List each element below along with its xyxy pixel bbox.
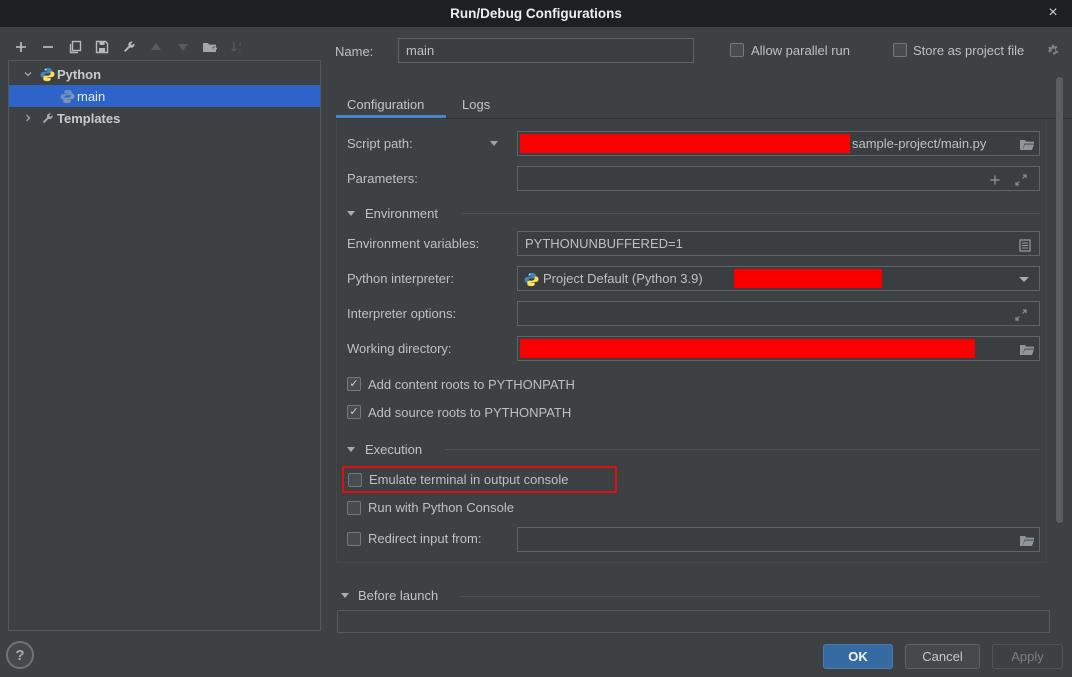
before-launch-task-list[interactable] [337,610,1050,633]
add-content-roots-label: Add content roots to PYTHONPATH [368,377,575,392]
folder-icon[interactable] [1019,136,1035,152]
new-folder-icon[interactable] [202,39,218,55]
tree-item-templates[interactable]: Templates [9,107,320,129]
add-source-roots-label: Add source roots to PYTHONPATH [368,405,571,420]
interpreter-options-label: Interpreter options: [347,306,456,321]
environment-section-title: Environment [365,206,438,221]
chevron-down-icon[interactable] [21,67,35,81]
execution-section-title: Execution [365,442,422,457]
wrench-icon[interactable] [121,39,137,55]
script-path-field[interactable]: sample-project/main.py [517,131,1040,156]
allow-parallel-run-checkbox[interactable] [730,43,744,57]
expand-field-icon[interactable] [1013,172,1029,188]
execution-section-collapse-icon[interactable] [347,447,355,452]
remove-icon[interactable] [40,39,56,55]
redaction-overlay [520,339,975,358]
redaction-overlay [520,134,850,153]
run-with-python-console-label: Run with Python Console [368,500,514,515]
script-path-label: Script path: [347,136,413,151]
move-up-icon[interactable] [148,39,164,55]
wrench-icon [39,110,55,126]
help-button[interactable]: ? [6,641,34,669]
environment-section-collapse-icon[interactable] [347,211,355,216]
redirect-input-checkbox[interactable] [347,532,361,546]
python-interpreter-combobox[interactable]: Project Default (Python 3.9) [517,266,1040,291]
name-label: Name: [335,44,373,59]
parameters-field[interactable] [517,166,1040,191]
allow-parallel-run-label: Allow parallel run [751,43,850,58]
save-icon[interactable] [94,39,110,55]
before-launch-collapse-icon[interactable] [341,593,349,598]
script-path-value: sample-project/main.py [852,136,986,151]
run-with-python-console-checkbox[interactable] [347,501,361,515]
section-rule [460,596,1040,597]
tabs-baseline [336,118,1072,119]
add-icon[interactable] [13,39,29,55]
python-icon [39,66,55,82]
expand-field-icon[interactable] [1013,307,1029,323]
parameters-label: Parameters: [347,171,418,186]
help-icon: ? [15,647,24,664]
close-icon[interactable]: × [1042,2,1064,24]
interpreter-options-field[interactable] [517,301,1040,326]
chevron-down-icon[interactable] [1019,277,1029,282]
store-as-project-file-checkbox[interactable] [893,43,907,57]
emulate-terminal-label: Emulate terminal in output console [369,472,568,487]
tree-item-label: main [77,89,105,104]
python-interpreter-value: Project Default (Python 3.9) [543,271,703,286]
redaction-overlay [734,269,882,288]
store-as-project-file-label: Store as project file [913,43,1024,58]
browse-variables-icon[interactable] [1017,237,1033,253]
cancel-button[interactable]: Cancel [905,644,980,669]
before-launch-section-title: Before launch [358,588,438,603]
ok-button[interactable]: OK [823,644,893,669]
tab-configuration[interactable]: Configuration [347,97,424,112]
run-debug-configurations-dialog: Run/Debug Configurations × az [0,0,1072,677]
redirect-input-field[interactable] [517,527,1040,552]
tree-item-main[interactable]: main [9,85,320,107]
section-rule [462,213,1040,214]
copy-icon[interactable] [67,39,83,55]
configurations-toolbar: az [13,39,245,55]
script-path-type-dropdown-icon[interactable] [490,141,498,146]
dialog-title: Run/Debug Configurations [450,6,622,21]
name-field[interactable] [398,38,694,63]
add-macro-icon[interactable] [987,172,1003,188]
python-icon [59,88,75,104]
python-icon [523,271,539,287]
svg-text:a: a [238,42,242,48]
folder-icon[interactable] [1019,532,1035,548]
move-down-icon[interactable] [175,39,191,55]
svg-text:z: z [238,49,241,54]
titlebar: Run/Debug Configurations × [0,0,1072,27]
name-input[interactable] [399,39,693,62]
sort-alphabetically-icon[interactable]: az [229,39,245,55]
redirect-input-label: Redirect input from: [368,531,481,546]
section-rule [445,449,1040,450]
chevron-right-icon[interactable] [21,111,35,125]
emulate-terminal-checkbox[interactable] [348,473,362,487]
working-directory-field[interactable] [517,336,1040,361]
tab-logs[interactable]: Logs [462,97,490,112]
environment-variables-label: Environment variables: [347,236,479,251]
environment-variables-field[interactable]: PYTHONUNBUFFERED=1 [517,231,1040,256]
vertical-scrollbar[interactable] [1056,77,1063,523]
folder-icon[interactable] [1019,341,1035,357]
environment-variables-value: PYTHONUNBUFFERED=1 [525,236,683,251]
add-content-roots-checkbox[interactable]: ✓ [347,377,361,391]
python-interpreter-label: Python interpreter: [347,271,454,286]
tree-item-label: Templates [57,111,120,126]
tree-item-label: Python [57,67,101,82]
configurations-tree: Python main Templates [8,60,321,631]
tree-item-python[interactable]: Python [9,63,320,85]
apply-button[interactable]: Apply [992,644,1063,669]
working-directory-label: Working directory: [347,341,452,356]
add-source-roots-checkbox[interactable]: ✓ [347,405,361,419]
gear-icon[interactable] [1045,42,1061,58]
